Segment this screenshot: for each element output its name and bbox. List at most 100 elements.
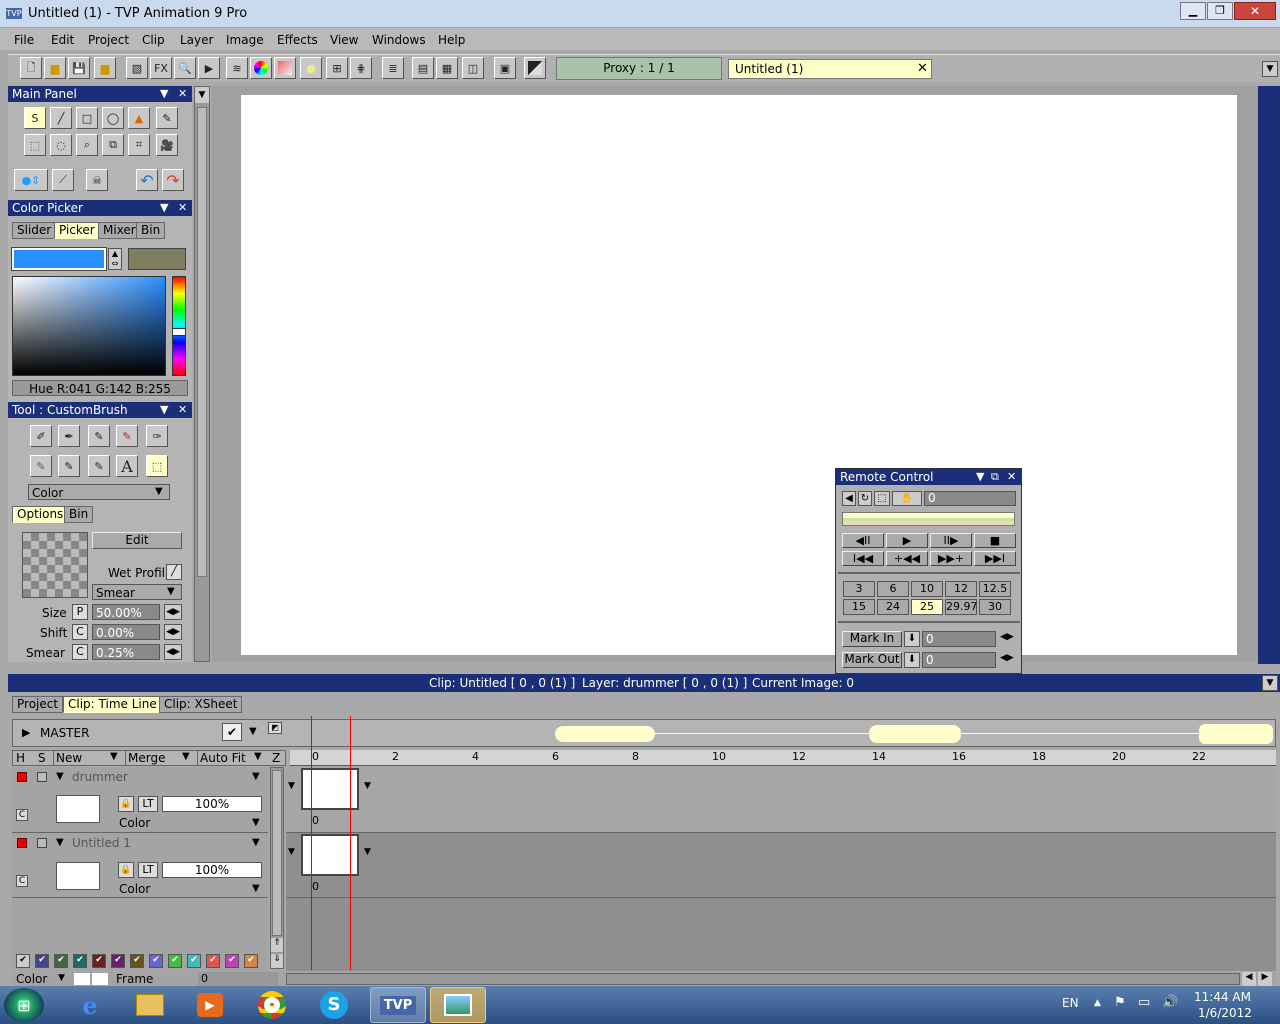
sound-icon[interactable]: ◀	[842, 491, 856, 506]
panel-menu-icon[interactable]: ▼	[160, 200, 168, 216]
fps-button[interactable]: 12.5	[979, 581, 1011, 597]
panel-close-icon[interactable]: ✕	[178, 200, 187, 216]
panel-close-icon[interactable]: ✕	[178, 402, 187, 418]
ellipse-tool-icon[interactable]: ◯	[102, 107, 124, 129]
scroll-thumb[interactable]	[197, 107, 207, 577]
scroll-thumb[interactable]	[272, 770, 282, 936]
color-filter-check[interactable]: ✔	[168, 954, 182, 968]
menu-image[interactable]: Image	[226, 32, 264, 48]
timeline-h-scrollbar[interactable]	[286, 973, 1240, 985]
flag-icon[interactable]: ⚑	[1114, 995, 1126, 1010]
lock-icon[interactable]: 🔒	[118, 796, 134, 812]
transform-tool-icon[interactable]: ⧉	[102, 134, 124, 156]
mark-out-field[interactable]: 0	[922, 652, 996, 668]
select-rect-icon[interactable]: ⬚	[24, 134, 46, 156]
rectangle-tool-icon[interactable]: □	[76, 107, 98, 129]
layer-name[interactable]: Untitled 1	[72, 836, 131, 850]
frame-field[interactable]: 0	[198, 972, 278, 986]
secondary-color-swatch[interactable]	[128, 248, 186, 270]
panel-close-icon[interactable]: ✕	[178, 86, 187, 102]
panel-menu-icon[interactable]: ▼	[160, 402, 168, 418]
track-left-arrow-icon[interactable]: ▼	[288, 781, 295, 791]
smear-field[interactable]: 0.25%	[92, 644, 160, 660]
tab-picker[interactable]: Picker	[54, 222, 100, 239]
layer-expand-icon[interactable]: ▼	[56, 771, 64, 782]
oil-brush-icon[interactable]: ✎	[30, 455, 52, 477]
layer-scrollbar[interactable]: ⇑ ⇓	[270, 767, 284, 969]
light-table-toggle[interactable]: LT	[138, 862, 158, 878]
hue-strip[interactable]	[172, 276, 186, 376]
color-filter-check[interactable]: ✔	[35, 954, 49, 968]
fill-tool-icon[interactable]: ▲	[128, 107, 150, 129]
close-document-icon[interactable]: ✕	[917, 61, 928, 76]
mark-out-arrow-icon[interactable]: ⬇	[904, 652, 920, 668]
fps-button[interactable]: 15	[843, 599, 875, 615]
layer-name[interactable]: drummer	[72, 770, 128, 784]
track-right-arrow-icon[interactable]: ▼	[364, 781, 371, 791]
chevron-down-icon[interactable]: ▼	[252, 771, 260, 782]
minimize-icon[interactable]: ▁	[1180, 2, 1206, 20]
mark-in-arrow-icon[interactable]: ⬇	[904, 631, 920, 647]
mark-out-stepper-icon[interactable]: ◀▶	[1000, 653, 1014, 663]
hue-slider-handle[interactable]	[172, 328, 186, 336]
menu-windows[interactable]: Windows	[372, 32, 426, 48]
color-filter-check[interactable]: ✔	[54, 954, 68, 968]
taskbar-explorer-icon[interactable]	[122, 987, 178, 1023]
menu-edit[interactable]: Edit	[51, 32, 74, 48]
chevron-down-icon[interactable]: ▼	[58, 973, 65, 983]
menu-clip[interactable]: Clip	[142, 32, 165, 48]
folder-icon[interactable]: ▆	[94, 57, 116, 79]
rewind-icon[interactable]: +◀◀	[886, 551, 928, 566]
eyedropper-icon[interactable]: ⟋	[52, 169, 74, 191]
menu-layer[interactable]: Layer	[180, 32, 213, 48]
wet-profil-curve[interactable]: ╱	[166, 564, 182, 580]
saturation-value-field[interactable]	[12, 276, 166, 376]
remote-frame-field[interactable]: 0	[924, 491, 1016, 506]
fps-button[interactable]: 24	[877, 599, 909, 615]
airbrush-icon[interactable]: ✎	[88, 425, 110, 447]
stack-icon[interactable]: ≣	[382, 57, 404, 79]
shift-field[interactable]: 0.00%	[92, 624, 160, 640]
panel-scrollbar[interactable]: ▼	[194, 86, 210, 662]
color-filter-check[interactable]: ✔	[73, 954, 87, 968]
scroll-bottom-icon[interactable]: ⇓	[271, 954, 283, 968]
language-indicator[interactable]: EN	[1062, 996, 1079, 1010]
layer-color-tag[interactable]	[17, 838, 27, 848]
edit-brush-button[interactable]: Edit	[92, 532, 182, 549]
open-folder-icon[interactable]: ▆	[44, 57, 66, 79]
master-expand-icon[interactable]: ▶	[22, 726, 30, 739]
layer-c-flag[interactable]: C	[16, 875, 28, 887]
menu-file[interactable]: File	[14, 32, 34, 48]
fps-button[interactable]: 30	[979, 599, 1011, 615]
shift-stepper-icon[interactable]: ◀▶	[164, 624, 182, 640]
size-stepper-icon[interactable]: ◀▶	[164, 604, 182, 620]
start-button[interactable]: ⊞	[4, 988, 44, 1022]
layer-solo-checkbox[interactable]	[37, 772, 47, 782]
tray-expand-icon[interactable]: ▲	[1094, 998, 1101, 1008]
tab-slider[interactable]: Slider	[12, 222, 57, 239]
document-tab[interactable]: Untitled (1) ✕	[728, 59, 932, 79]
custom-brush-icon[interactable]: ⬚	[146, 455, 168, 477]
freehand-tool-icon[interactable]: S	[24, 107, 46, 129]
timeline-ruler[interactable]: 0 2 4 6 8 10 12 14 16 18 20 22	[290, 750, 1276, 766]
ink-brush-icon[interactable]: ✑	[146, 425, 168, 447]
tab-bin[interactable]: Bin	[136, 222, 166, 239]
tab-mixer[interactable]: Mixer	[98, 222, 141, 239]
playhead-end-line[interactable]	[350, 716, 351, 970]
step-back-icon[interactable]: ◀II	[842, 533, 884, 548]
lock-icon[interactable]: 🔒	[118, 862, 134, 878]
color-filter-check[interactable]: ✔	[225, 954, 239, 968]
redo-icon[interactable]: ↷	[162, 169, 184, 191]
stamp-tool-icon[interactable]: ☠	[86, 169, 108, 191]
layer-c-flag[interactable]: C	[16, 809, 28, 821]
brush-tool-icon[interactable]: ▧	[126, 57, 148, 79]
mark-in-field[interactable]: 0	[922, 631, 996, 647]
fps-button[interactable]: 10	[911, 581, 943, 597]
grid-icon[interactable]: ⊞	[326, 57, 348, 79]
menu-project[interactable]: Project	[88, 32, 129, 48]
shift-toggle[interactable]: C	[72, 624, 88, 640]
light-icon[interactable]: ●	[300, 57, 322, 79]
maximize-icon[interactable]: ❐	[1207, 2, 1233, 20]
paint-mode-icon[interactable]: ●⇕	[14, 169, 48, 191]
fps-button[interactable]: 3	[843, 581, 875, 597]
